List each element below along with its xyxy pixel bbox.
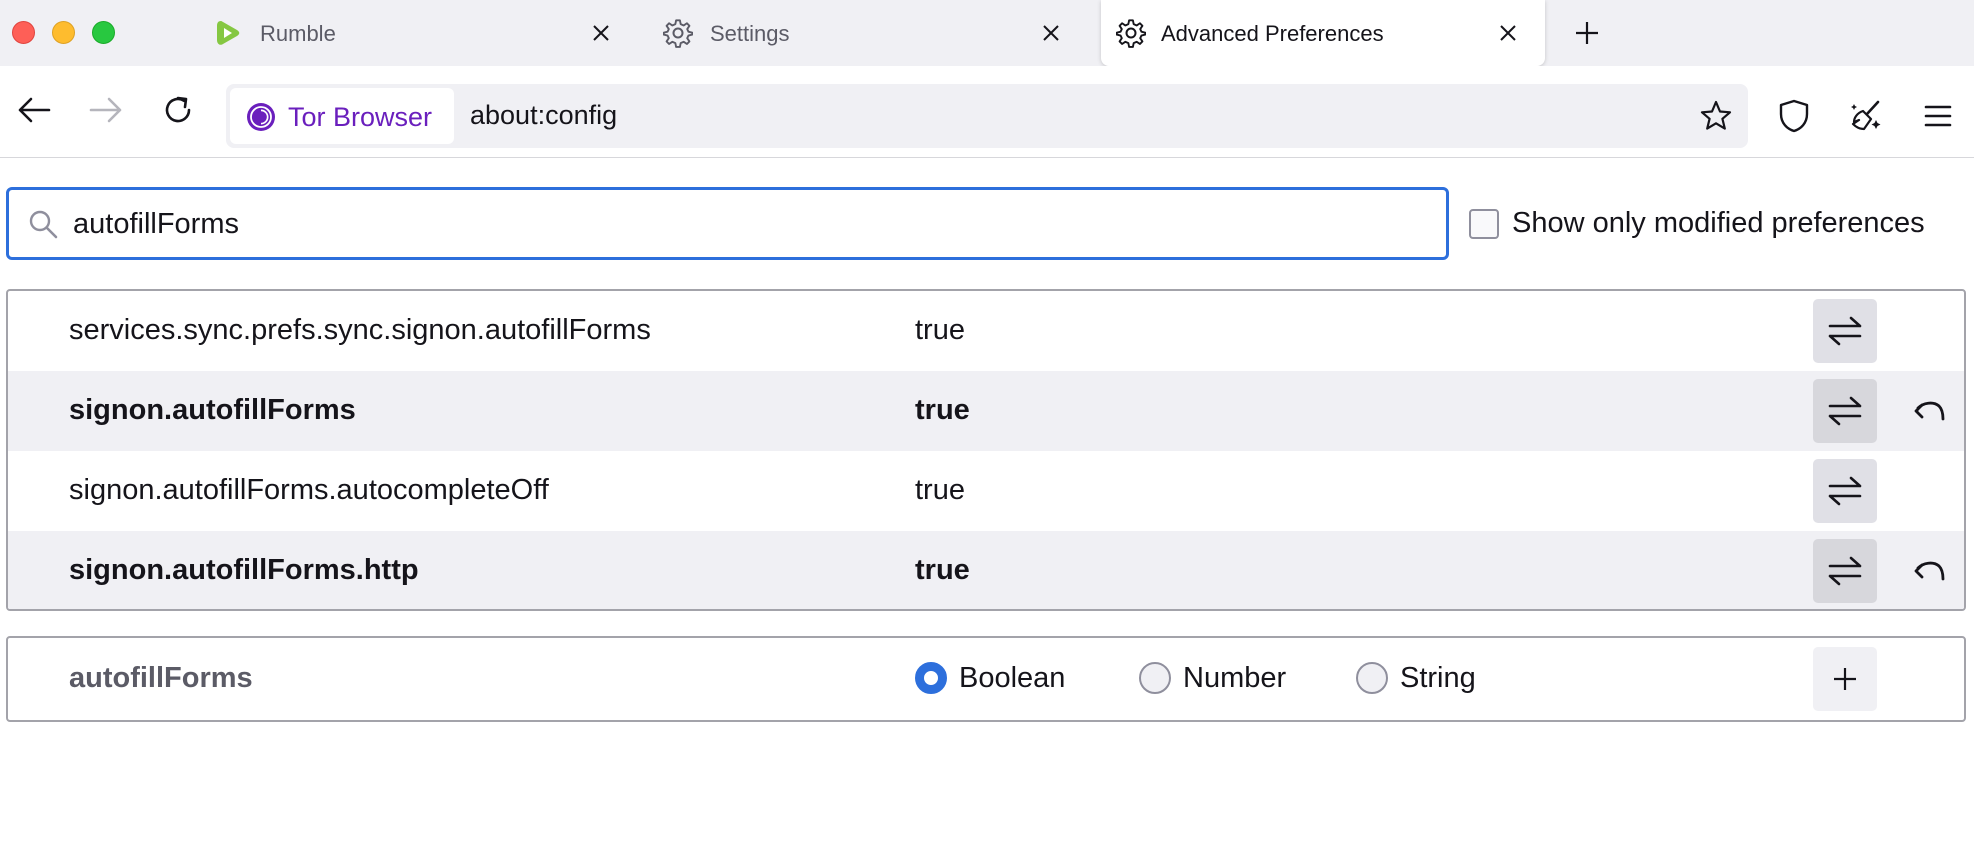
toggle-button[interactable] (1813, 539, 1877, 603)
tab-title: Settings (710, 21, 790, 46)
back-button[interactable] (12, 88, 56, 132)
search-input[interactable] (73, 200, 1433, 248)
bookmark-star-button[interactable] (1698, 98, 1734, 134)
star-icon (1700, 100, 1732, 130)
toggle-arrows-icon (1828, 316, 1862, 346)
search-field[interactable] (6, 187, 1449, 260)
pref-value: true (915, 554, 970, 586)
toggle-button[interactable] (1813, 379, 1877, 443)
undo-icon (1914, 401, 1945, 421)
gear-icon (1115, 17, 1147, 49)
number-radio[interactable] (1139, 662, 1171, 694)
preferences-table: services.sync.prefs.sync.signon.autofill… (6, 289, 1966, 611)
close-icon[interactable] (1493, 18, 1523, 48)
reset-button[interactable] (1906, 547, 1954, 595)
boolean-radio[interactable] (915, 662, 947, 694)
plus-icon (1576, 22, 1598, 44)
new-tab-button[interactable] (1570, 16, 1604, 50)
toggle-button[interactable] (1813, 459, 1877, 523)
forward-button[interactable] (84, 88, 128, 132)
window-minimize-button[interactable] (52, 21, 75, 44)
toggle-arrows-icon (1828, 556, 1862, 586)
url-bar[interactable]: Tor Browser about:config (226, 84, 1748, 148)
gear-icon (662, 17, 694, 49)
tab-advanced-preferences[interactable]: Advanced Preferences (1101, 0, 1545, 66)
pref-name: signon.autofillForms (69, 394, 356, 426)
string-radio-label[interactable]: String (1400, 662, 1476, 695)
window-zoom-button[interactable] (92, 21, 115, 44)
pref-name: signon.autofillForms.http (69, 554, 419, 586)
hamburger-menu-icon (1924, 105, 1952, 127)
search-icon (29, 210, 58, 239)
shield-icon (1779, 99, 1809, 133)
reset-button[interactable] (1906, 387, 1954, 435)
add-preference-row: autofillForms Boolean Number String (6, 636, 1966, 722)
pref-row: services.sync.prefs.sync.signon.autofill… (8, 291, 1964, 371)
broom-icon (1851, 100, 1881, 131)
plus-icon (1834, 668, 1856, 690)
shield-button[interactable] (1772, 94, 1816, 138)
tab-strip: Rumble Settings Advanced Preferences (0, 0, 1974, 66)
string-radio[interactable] (1356, 662, 1388, 694)
pref-row: signon.autofillForms.http true (8, 531, 1964, 609)
pref-name: signon.autofillForms.autocompleteOff (69, 474, 549, 506)
pref-row: signon.autofillForms true (8, 371, 1964, 451)
url-text[interactable]: about:config (470, 100, 617, 131)
reload-icon (165, 96, 191, 123)
reload-button[interactable] (156, 88, 200, 132)
tab-title: Rumble (260, 21, 336, 46)
pref-value: true (915, 394, 970, 426)
number-radio-label[interactable]: Number (1183, 662, 1286, 695)
tor-onion-icon (247, 103, 275, 131)
show-modified-label[interactable]: Show only modified preferences (1512, 207, 1925, 240)
back-arrow-icon (18, 97, 51, 123)
pref-value: true (915, 474, 965, 506)
nav-bar: Tor Browser about:config (0, 66, 1974, 158)
close-icon[interactable] (586, 18, 616, 48)
identity-label: Tor Browser (288, 102, 433, 132)
app-menu-button[interactable] (1916, 94, 1960, 138)
toggle-arrows-icon (1828, 396, 1862, 426)
forward-arrow-icon (89, 97, 122, 123)
pref-row: signon.autofillForms.autocompleteOff tru… (8, 451, 1964, 531)
new-pref-name: autofillForms (69, 662, 253, 694)
show-modified-checkbox[interactable] (1469, 209, 1499, 239)
toggle-arrows-icon (1828, 476, 1862, 506)
add-preference-button[interactable] (1813, 647, 1877, 711)
tab-settings[interactable]: Settings (648, 0, 1088, 66)
tab-rumble[interactable]: Rumble (198, 0, 638, 66)
window-close-button[interactable] (12, 21, 35, 44)
toggle-button[interactable] (1813, 299, 1877, 363)
tab-title: Advanced Preferences (1161, 21, 1384, 46)
pref-value: true (915, 314, 965, 346)
boolean-radio-label[interactable]: Boolean (959, 662, 1065, 695)
rumble-icon (212, 17, 244, 49)
undo-icon (1914, 561, 1945, 581)
new-identity-button[interactable] (1844, 94, 1888, 138)
tor-browser-identity-button[interactable]: Tor Browser (230, 88, 454, 144)
close-icon[interactable] (1036, 18, 1066, 48)
pref-name: services.sync.prefs.sync.signon.autofill… (69, 314, 651, 346)
